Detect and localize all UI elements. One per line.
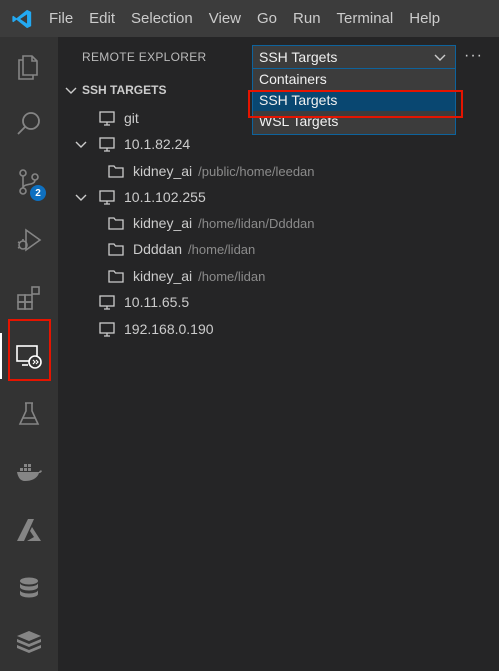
folder-name: kidney_ai	[133, 163, 193, 179]
remote-explorer-panel: REMOTE EXPLORER SSH Targets ··· Containe…	[58, 37, 499, 671]
highlight-remote-explorer	[8, 319, 51, 381]
folder-icon	[108, 270, 124, 283]
activity-azure[interactable]	[0, 501, 58, 559]
chevron-down-icon	[434, 54, 446, 61]
scm-badge: 2	[30, 185, 46, 201]
tree-item-folder[interactable]: kidney_ai /home/lidan	[107, 263, 265, 289]
menu-go[interactable]: Go	[249, 0, 285, 37]
folder-path: /home/lidan/Ddddan	[198, 215, 315, 231]
azure-icon	[17, 519, 41, 541]
activity-run-debug[interactable]	[0, 211, 58, 269]
folder-path: /home/lidan	[188, 241, 256, 257]
flask-icon	[18, 402, 40, 425]
select-value: SSH Targets	[259, 49, 338, 65]
menu-view[interactable]: View	[201, 0, 249, 37]
tree-item-host-192-168-0-190[interactable]: 192.168.0.190	[98, 316, 214, 342]
folder-path: /home/lidan	[198, 268, 266, 284]
tree-item-host-10-11-65-5[interactable]: 10.11.65.5	[98, 289, 189, 315]
tree-item-folder[interactable]: Ddddan /home/lidan	[107, 236, 255, 262]
menu-help[interactable]: Help	[401, 0, 448, 37]
search-icon	[17, 112, 40, 135]
menu-file[interactable]: File	[41, 0, 81, 37]
tree-item-label: git	[124, 110, 139, 126]
files-icon	[18, 55, 38, 80]
menu-selection[interactable]: Selection	[123, 0, 201, 37]
monitor-icon	[99, 111, 115, 126]
tree-item-label: 10.1.82.24	[124, 136, 191, 152]
activity-database[interactable]	[0, 559, 58, 617]
tree-item-label: 10.11.65.5	[124, 294, 190, 310]
redis-icon	[17, 631, 41, 653]
section-ssh-targets[interactable]: SSH TARGETS	[64, 83, 166, 97]
menu-bar: File Edit Selection View Go Run Terminal…	[0, 0, 499, 37]
run-debug-icon	[17, 228, 42, 252]
highlight-ssh-targets-option	[248, 90, 463, 118]
extensions-icon	[17, 286, 40, 310]
activity-bar: 2	[0, 37, 58, 671]
database-icon	[20, 577, 38, 598]
tree-item-host-10-1-82-24[interactable]: 10.1.82.24	[98, 131, 190, 157]
tree-item-folder[interactable]: kidney_ai /home/lidan/Ddddan	[107, 210, 315, 236]
menu-edit[interactable]: Edit	[81, 0, 123, 37]
tree-item-label: 192.168.0.190	[124, 321, 214, 337]
activity-docker[interactable]	[0, 443, 58, 501]
activity-source-control[interactable]: 2	[0, 153, 58, 211]
chevron-down-icon[interactable]	[74, 190, 88, 204]
tree-item-folder[interactable]: kidney_ai /public/home/leedan	[107, 158, 315, 184]
folder-path: /public/home/leedan	[198, 163, 315, 179]
monitor-icon	[99, 295, 115, 310]
folder-icon	[108, 217, 124, 230]
menu-run[interactable]: Run	[285, 0, 329, 37]
remote-type-select[interactable]: SSH Targets	[252, 45, 456, 69]
folder-name: kidney_ai	[133, 215, 193, 231]
panel-title: REMOTE EXPLORER	[82, 50, 207, 64]
monitor-icon	[99, 137, 115, 152]
monitor-icon	[99, 190, 115, 205]
docker-icon	[17, 464, 42, 481]
chevron-down-icon	[65, 87, 77, 94]
tree-item-git[interactable]: git	[98, 105, 139, 131]
folder-name: Ddddan	[133, 241, 183, 257]
folder-name: kidney_ai	[133, 268, 193, 284]
more-actions-button[interactable]: ···	[464, 47, 483, 65]
option-containers[interactable]: Containers	[253, 69, 455, 90]
folder-icon	[108, 165, 124, 178]
folder-icon	[108, 243, 124, 256]
monitor-icon	[99, 322, 115, 337]
tree-item-host-10-1-102-255[interactable]: 10.1.102.255	[98, 184, 206, 210]
activity-testing[interactable]	[0, 385, 58, 443]
chevron-down-icon[interactable]	[74, 137, 88, 151]
section-title: SSH TARGETS	[82, 83, 167, 97]
menu-terminal[interactable]: Terminal	[329, 0, 402, 37]
activity-search[interactable]	[0, 95, 58, 153]
vscode-logo-icon	[12, 9, 32, 28]
tree-item-label: 10.1.102.255	[124, 189, 206, 205]
activity-redis[interactable]	[0, 613, 58, 671]
activity-explorer[interactable]	[0, 37, 58, 95]
